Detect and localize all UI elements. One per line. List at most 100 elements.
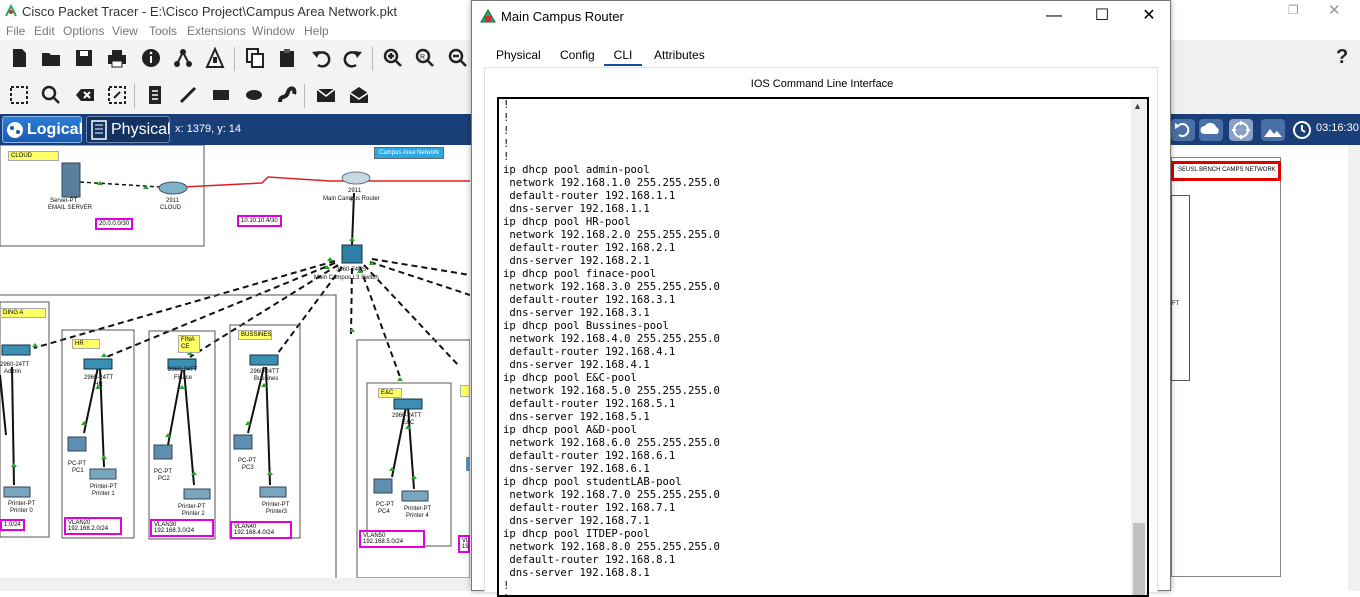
menu-options[interactable]: Options — [63, 24, 104, 38]
print-icon[interactable] — [104, 45, 130, 71]
building-tag: HR — [72, 339, 100, 349]
dialog-titlebar[interactable]: Main Campus Router — ☐ ✕ — [472, 1, 1170, 32]
pc-model: PC-PT — [154, 469, 172, 475]
menu-tools[interactable]: Tools — [149, 24, 177, 38]
tab-cli[interactable]: CLI — [604, 44, 642, 66]
device-config-dialog: Main Campus Router — ☐ ✕ Physical Config… — [471, 0, 1171, 597]
menu-window[interactable]: Window — [252, 24, 295, 38]
vlan-label: VLAN50 192.168.5.0/24 — [359, 530, 425, 548]
viewport-clock-icon[interactable] — [1290, 118, 1316, 142]
cli-line: dns-server 192.168.5.1 — [503, 411, 650, 423]
cli-line: dns-server 192.168.1.1 — [503, 203, 650, 215]
menu-extensions[interactable]: Extensions — [187, 24, 246, 38]
tab-physical[interactable]: Physical — [496, 44, 541, 66]
redo-icon[interactable] — [340, 45, 366, 71]
pc-model: PC-PT — [68, 461, 86, 467]
cli-line: default-router 192.168.1.1 — [503, 190, 676, 202]
cli-line: network 192.168.6.0 255.255.255.0 — [503, 437, 720, 449]
network-wizard-icon[interactable] — [170, 45, 196, 71]
cli-line: default-router 192.168.4.1 — [503, 346, 676, 358]
cli-line: network 192.168.1.0 255.255.255.0 — [503, 177, 720, 189]
save-icon[interactable] — [71, 45, 97, 71]
menu-help[interactable]: Help — [304, 24, 329, 38]
zoom-reset-icon[interactable]: R — [412, 45, 438, 71]
building-tag-partial — [460, 385, 470, 397]
cli-heading: IOS Command Line Interface — [750, 78, 894, 90]
printer-model: Printer-PT — [90, 484, 118, 490]
copy-icon[interactable] — [242, 45, 268, 71]
info-icon[interactable] — [138, 45, 164, 71]
printer-name: Printer 1 — [92, 491, 115, 497]
scroll-up-icon[interactable]: ▲ — [1133, 101, 1142, 111]
zoom-in-icon[interactable] — [380, 45, 406, 71]
server-name: EMAIL SERVER — [48, 205, 93, 211]
printer-name: Printer 0 — [10, 508, 33, 514]
back-icon[interactable] — [1170, 118, 1196, 142]
cli-line: ip dhcp pool A&D-pool — [503, 424, 637, 436]
printer-model: Printer-PT — [8, 501, 36, 507]
new-file-icon[interactable] — [6, 45, 32, 71]
zoom-out-icon[interactable] — [445, 45, 471, 71]
add-simple-pdu-icon[interactable] — [313, 82, 339, 108]
draw-line-icon[interactable] — [175, 82, 201, 108]
menu-view[interactable]: View — [112, 24, 138, 38]
pc-name: PC2 — [158, 476, 170, 482]
add-complex-pdu-icon[interactable] — [346, 82, 372, 108]
cli-terminal[interactable]: !!!!! ip dhcp pool admin-pool network 192… — [497, 97, 1149, 597]
tab-attributes[interactable]: Attributes — [654, 44, 705, 66]
freeform-icon[interactable] — [274, 82, 300, 108]
paste-icon[interactable] — [274, 45, 300, 71]
cli-output[interactable]: !!!!! ip dhcp pool admin-pool network 192… — [503, 99, 1131, 595]
app-title: Cisco Packet Tracer - E:\Cisco Project\C… — [22, 4, 397, 19]
draw-rectangle-icon[interactable] — [208, 82, 234, 108]
close-button[interactable]: ✕ — [1137, 5, 1161, 27]
workspace-horizontal-scrollbar[interactable] — [0, 578, 470, 591]
building-tag: BUSSINES — [238, 330, 272, 340]
restore-icon[interactable]: ❐ — [1288, 3, 1302, 17]
select-icon[interactable] — [6, 82, 32, 108]
menu-edit[interactable]: Edit — [34, 24, 55, 38]
workspace-vertical-scrollbar[interactable] — [1348, 145, 1360, 591]
cli-line: network 192.168.4.0 255.255.255.0 — [503, 333, 720, 345]
physical-tab[interactable]: Physical — [86, 116, 171, 143]
cli-line: default-router 192.168.2.1 — [503, 242, 676, 254]
cli-scrollbar[interactable]: ▲ — [1131, 99, 1147, 595]
logical-tab[interactable]: Logical — [2, 116, 83, 143]
set-background-icon[interactable] — [1260, 118, 1286, 142]
vlan-label-partial: VL 19 — [458, 535, 470, 553]
move-viewport-icon[interactable] — [1228, 118, 1254, 142]
pc-model: PC-PT — [238, 458, 256, 464]
activity-wizard-icon[interactable] — [202, 45, 228, 71]
server-model: Server-PT — [50, 198, 78, 204]
cli-scroll-thumb[interactable] — [1133, 523, 1145, 595]
maximize-button[interactable]: ☐ — [1090, 5, 1114, 27]
delete-icon[interactable] — [72, 82, 98, 108]
close-icon[interactable]: ✕ — [1328, 1, 1341, 19]
inspect-icon[interactable] — [38, 82, 64, 108]
cli-line: default-router 192.168.5.1 — [503, 398, 676, 410]
cli-line: network 192.168.5.0 255.255.255.0 — [503, 385, 720, 397]
building-tag: DING A — [0, 308, 46, 318]
main-switch-model: 3560-24PS — [336, 267, 367, 273]
draw-ellipse-icon[interactable] — [241, 82, 267, 108]
logical-icon — [7, 122, 23, 138]
switch-model: 2960-24TT — [0, 362, 30, 368]
resize-shape-icon[interactable] — [104, 82, 130, 108]
menu-file[interactable]: File — [6, 24, 25, 38]
cli-line: ! — [503, 138, 510, 150]
cli-line: ! — [503, 99, 510, 111]
svg-text:R: R — [420, 54, 425, 61]
switch-name: Finace — [174, 375, 193, 381]
switch-model: 2960-24TT — [84, 375, 114, 381]
cluster-icon[interactable] — [1198, 118, 1224, 142]
undo-icon[interactable] — [308, 45, 334, 71]
open-folder-icon[interactable] — [38, 45, 64, 71]
cli-line: dns-server 192.168.2.1 — [503, 255, 650, 267]
note-icon[interactable] — [142, 82, 168, 108]
printer-model: Printer-PT — [404, 506, 432, 512]
physical-label: Physical — [111, 121, 171, 138]
main-toolbar: R — [0, 40, 480, 78]
minimize-button[interactable]: — — [1042, 5, 1066, 27]
help-icon[interactable]: ? — [1336, 46, 1348, 69]
tab-config[interactable]: Config — [560, 44, 595, 66]
